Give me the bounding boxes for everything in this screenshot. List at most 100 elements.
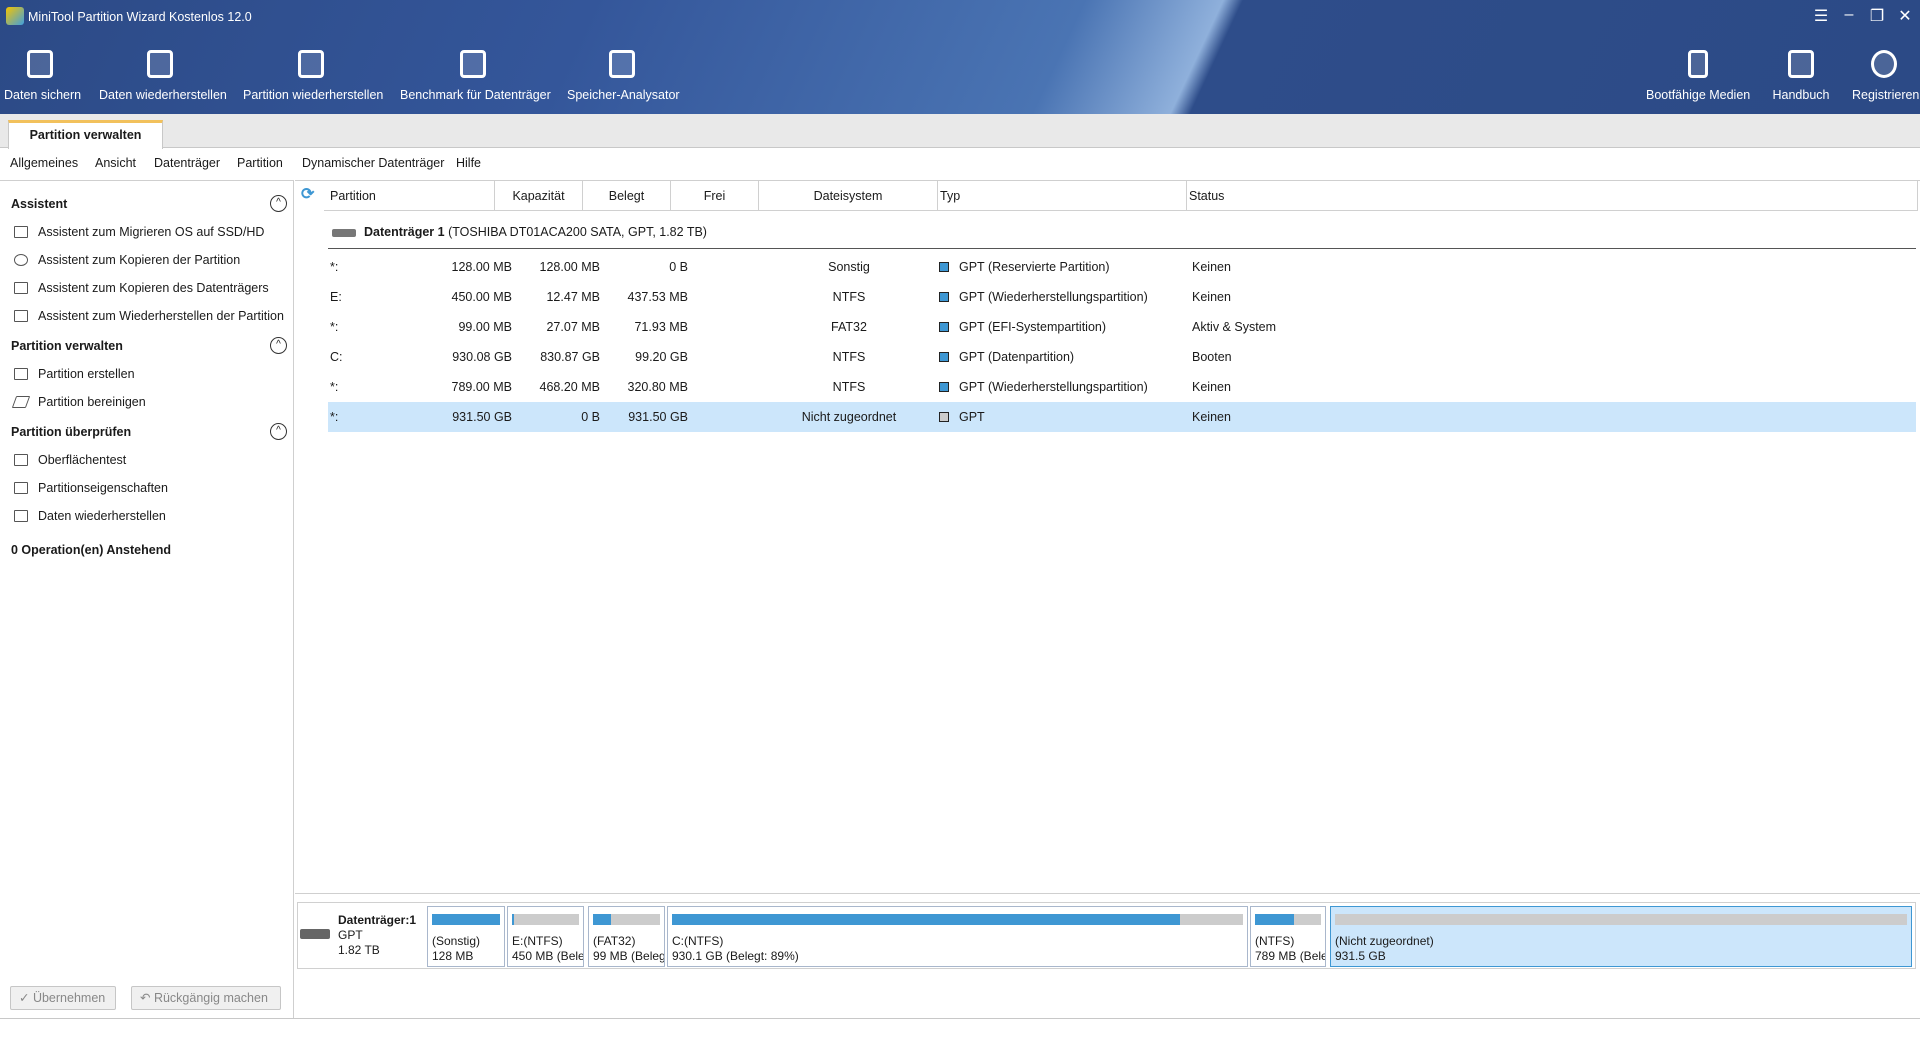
usage-fill [432, 914, 500, 925]
collapse-icon[interactable]: ^ [270, 195, 287, 212]
disk-map-info[interactable]: Datenträger:1 GPT 1.82 TB [338, 913, 416, 958]
cell-used-text: 128.00 MB [539, 260, 600, 274]
sidebar-item-data-recovery[interactable]: Daten wiederherstellen [14, 509, 166, 523]
usage-fill [593, 914, 612, 925]
cell-free: 437.53 MB [628, 282, 688, 312]
cell-filesystem: Nicht zugeordnet [764, 402, 934, 432]
toolbar-space-analyzer-button[interactable]: Speicher-Analysator [567, 50, 680, 102]
cell-filesystem: NTFS [764, 282, 934, 312]
toolbar-benchmark-button[interactable]: Benchmark für Datenträger [400, 50, 551, 102]
cell-free: 71.93 MB [634, 312, 688, 342]
sidebar-item-surface-test[interactable]: Oberflächentest [14, 453, 126, 467]
table-row[interactable]: *: 931.50 GB 0 B 931.50 GB Nicht zugeordnet G… [328, 402, 1916, 432]
col-typ[interactable]: Typ [938, 181, 1187, 211]
disk-map-partition[interactable]: (NTFS) 789 MB (Bele [1250, 906, 1326, 967]
cell-filesystem-text: FAT32 [831, 320, 867, 334]
table-row[interactable]: *: 128.00 MB 128.00 MB 0 B Sonstig GPT (Reser… [328, 252, 1916, 282]
table-row[interactable]: *: 789.00 MB 468.20 MB 320.80 MB NTFS GPT (Wi… [328, 372, 1916, 402]
cell-partition-text: *: [330, 320, 339, 334]
table-row[interactable]: C: 930.08 GB 830.87 GB 99.20 GB NTFS GPT (Dat… [328, 342, 1916, 372]
sidebar-item-partition-recovery[interactable]: Assistent zum Wiederherstellen der Parti… [14, 309, 284, 323]
table-row[interactable]: E: 450.00 MB 12.47 MB 437.53 MB NTFS GPT (Wie… [328, 282, 1916, 312]
refresh-icon[interactable]: ⟳ [301, 187, 314, 203]
menu-allgemeines[interactable]: Allgemeines [10, 156, 78, 170]
disk-row[interactable]: Datenträger 1 (TOSHIBA DT01ACA200 SATA, … [328, 217, 1916, 249]
usage-bar [593, 914, 660, 925]
restore-icon[interactable]: ❐ [1865, 6, 1889, 26]
cell-used-text: 12.47 MB [546, 290, 600, 304]
partition-label: E:(NTFS) [512, 934, 563, 948]
disk-map-partition[interactable]: (Nicht zugeordnet) 931.5 GB [1330, 906, 1912, 967]
cell-used-text: 830.87 GB [540, 350, 600, 364]
cell-used: 12.47 MB [546, 282, 600, 312]
sidebar-item-label: Partition erstellen [38, 367, 135, 381]
toolbar-register-button[interactable]: Registrieren [1852, 50, 1919, 102]
cell-used: 830.87 GB [540, 342, 600, 372]
cell-capacity-text: 99.00 MB [458, 320, 512, 334]
sidebar-item-copy-partition[interactable]: Assistent zum Kopieren der Partition [14, 253, 240, 267]
cell-free: 0 B [669, 252, 688, 282]
sidebar-item-partition-properties[interactable]: Partitionseigenschaften [14, 481, 168, 495]
title-bar: MiniTool Partition Wizard Kostenlos 12.0… [0, 0, 1920, 114]
cell-status-text: Keinen [1192, 290, 1231, 304]
disk-map-partition[interactable]: E:(NTFS) 450 MB (Bele [507, 906, 584, 967]
cell-used-text: 27.07 MB [546, 320, 600, 334]
col-frei[interactable]: Frei [671, 181, 759, 211]
partition-label: (Sonstig) [432, 934, 481, 948]
minimize-icon[interactable]: – [1837, 6, 1861, 24]
apply-button[interactable]: ✓ Übernehmen [10, 986, 116, 1010]
cell-capacity-text: 930.08 GB [452, 350, 512, 364]
collapse-icon[interactable]: ^ [270, 337, 287, 354]
tab-partition-verwalten[interactable]: Partition verwalten [8, 120, 163, 149]
toolbar-bootable-media-button[interactable]: Bootfähige Medien [1646, 50, 1750, 102]
partition-size: 128 MB [432, 949, 474, 963]
cell-filesystem-text: Sonstig [828, 260, 870, 274]
toolbar-backup-button[interactable]: Daten sichern [4, 50, 81, 102]
cell-capacity: 931.50 GB [452, 402, 512, 432]
cell-filesystem: NTFS [764, 342, 934, 372]
disk-map-partition[interactable]: (FAT32) 99 MB (Beleg [588, 906, 665, 967]
sidebar-item-create-partition[interactable]: Partition erstellen [14, 367, 135, 381]
collapse-icon[interactable]: ^ [270, 423, 287, 440]
col-kapazitaet[interactable]: Kapazität [495, 181, 583, 211]
sidebar-item-label: Oberflächentest [38, 453, 127, 467]
menu-hilfe[interactable]: Hilfe [456, 156, 481, 170]
copy-partition-icon [14, 254, 28, 266]
disk-map-partition[interactable]: (Sonstig) 128 MB [427, 906, 505, 967]
menu-partition[interactable]: Partition [237, 156, 283, 170]
toolbar-data-recovery-button[interactable]: Daten wiederherstellen [99, 50, 227, 102]
cell-free: 320.80 MB [628, 372, 688, 402]
copy-disk-icon [14, 282, 28, 294]
disk-map-scheme: GPT [338, 928, 363, 942]
col-dateisystem[interactable]: Dateisystem [759, 181, 938, 211]
cell-status: Keinen [1192, 282, 1231, 312]
disk-icon [332, 229, 356, 237]
cell-type-text: GPT (Datenpartition) [959, 350, 1075, 364]
disk-map-partition[interactable]: C:(NTFS) 930.1 GB (Belegt: 89%) [667, 906, 1248, 967]
menu-datentraeger[interactable]: Datenträger [154, 156, 220, 170]
cell-capacity: 450.00 MB [452, 282, 512, 312]
close-icon[interactable]: ✕ [1893, 6, 1917, 26]
partition-label: (NTFS) [1255, 934, 1295, 948]
toolbar-partition-recovery-button[interactable]: Partition wiederherstellen [243, 50, 383, 102]
sidebar-item-copy-disk[interactable]: Assistent zum Kopieren des Datenträgers [14, 281, 269, 295]
menu-icon[interactable]: ☰ [1809, 6, 1833, 26]
col-belegt[interactable]: Belegt [583, 181, 671, 211]
menu-dynamischer-datentraeger[interactable]: Dynamischer Datenträger [302, 156, 444, 170]
undo-button[interactable]: ↶ Rückgängig machen [131, 986, 281, 1010]
table-row[interactable]: *: 99.00 MB 27.07 MB 71.93 MB FAT32 GPT (EFI-… [328, 312, 1916, 342]
partition-label: (Nicht zugeordnet) [1335, 934, 1434, 948]
apply-label: Übernehmen [32, 991, 106, 1005]
disk-detail: (TOSHIBA DT01ACA200 SATA, GPT, 1.82 TB) [448, 225, 707, 239]
sidebar-item-migrate-os[interactable]: Assistent zum Migrieren OS auf SSD/HD [14, 225, 264, 239]
menu-ansicht[interactable]: Ansicht [95, 156, 136, 170]
toolbar-manual-button[interactable]: Handbuch [1772, 50, 1830, 102]
usage-fill [672, 914, 1181, 925]
create-partition-icon [14, 368, 28, 380]
sidebar-item-label: Assistent zum Kopieren des Datenträgers [38, 281, 269, 295]
col-status[interactable]: Status [1187, 181, 1918, 211]
sidebar-item-label: Assistent zum Wiederherstellen der Parti… [38, 309, 284, 323]
cell-status: Booten [1192, 342, 1232, 372]
sidebar-item-wipe-partition[interactable]: Partition bereinigen [11, 395, 146, 409]
col-partition[interactable]: Partition [324, 181, 495, 211]
